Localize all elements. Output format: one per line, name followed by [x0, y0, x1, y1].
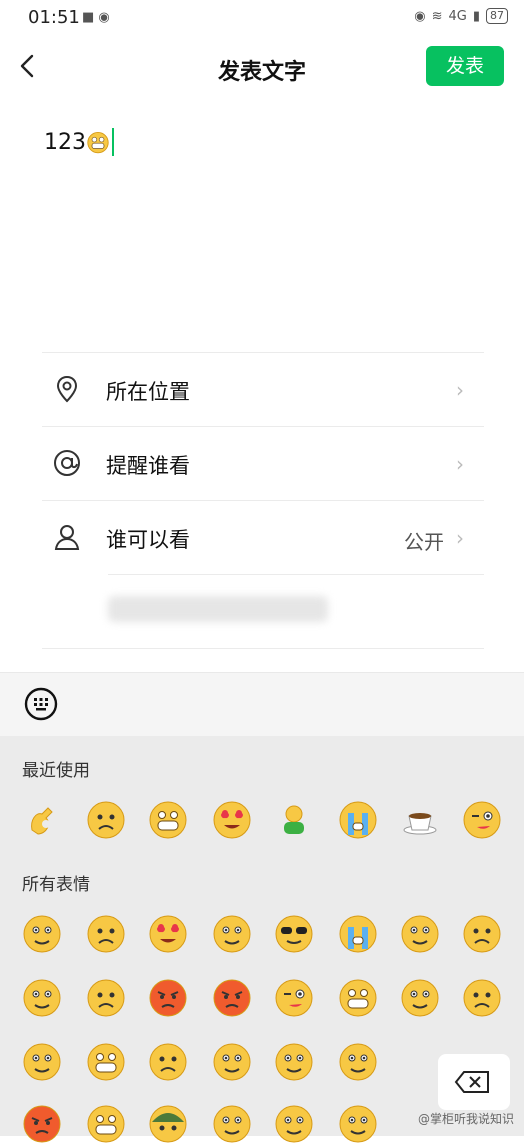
- ok-emoji-icon[interactable]: [22, 800, 62, 840]
- cry-emoji-icon[interactable]: [338, 914, 378, 954]
- smile-emoji-icon[interactable]: [22, 1042, 62, 1082]
- recent-section-title: 最近使用: [22, 761, 90, 781]
- signal-icon: ▮: [472, 8, 480, 24]
- helmet-emoji-icon[interactable]: [148, 1104, 188, 1144]
- divider: [42, 426, 484, 427]
- status-right: ◉ ≋ 4G ▮ 87: [414, 8, 508, 24]
- status-bar: 01:51 ■ ◉ ◉ ≋ 4G ▮ 87: [0, 0, 524, 34]
- hearts-emoji-icon[interactable]: [148, 914, 188, 954]
- battery-indicator: 87: [486, 8, 508, 24]
- coffee-emoji-icon[interactable]: [400, 800, 440, 840]
- divider: [42, 500, 484, 501]
- smile-emoji-icon[interactable]: [212, 1042, 252, 1082]
- location-label: 所在位置: [106, 380, 190, 404]
- keyboard-toolbar: [0, 672, 524, 737]
- remind-row[interactable]: 提醒谁看 ›: [42, 428, 484, 500]
- sad-emoji-icon[interactable]: [148, 1042, 188, 1082]
- text-cursor: [112, 128, 114, 156]
- compose-input[interactable]: 123: [44, 128, 114, 156]
- wifi-icon: ≋: [431, 8, 443, 24]
- smile-emoji-icon[interactable]: [274, 1104, 314, 1144]
- divider: [42, 352, 484, 353]
- divider: [42, 648, 484, 649]
- cry-emoji-icon[interactable]: [338, 800, 378, 840]
- keyboard-icon[interactable]: [24, 687, 58, 721]
- visibility-value: 公开: [404, 530, 444, 554]
- chevron-right-icon: ›: [456, 526, 464, 550]
- divider: [108, 574, 484, 575]
- smile-emoji-icon[interactable]: [22, 914, 62, 954]
- person-icon: [54, 525, 80, 550]
- notification-icons: ■ ◉: [82, 10, 110, 25]
- wink-emoji-icon[interactable]: [274, 978, 314, 1018]
- visibility-label: 谁可以看: [106, 528, 190, 552]
- grin-emoji-icon[interactable]: [338, 978, 378, 1018]
- angry-emoji-icon[interactable]: [212, 978, 252, 1018]
- chevron-right-icon: ›: [456, 378, 464, 402]
- status-time: 01:51: [28, 7, 80, 28]
- delete-button[interactable]: [438, 1054, 510, 1110]
- angry-emoji-icon[interactable]: [148, 978, 188, 1018]
- sad-emoji-icon[interactable]: [462, 978, 502, 1018]
- grin-emoji-icon[interactable]: [86, 1104, 126, 1144]
- smile-emoji-icon[interactable]: [274, 1042, 314, 1082]
- eye-icon: ◉: [414, 8, 426, 24]
- chevron-right-icon: ›: [456, 452, 464, 476]
- wink-emoji-icon[interactable]: [462, 800, 502, 840]
- grin-emoji-icon[interactable]: [148, 800, 188, 840]
- nav-bar: 发表文字 发表: [0, 40, 524, 96]
- smile-emoji-icon[interactable]: [338, 1042, 378, 1082]
- backspace-icon: [454, 1071, 489, 1093]
- sad-emoji-icon[interactable]: [86, 800, 126, 840]
- visibility-row[interactable]: 谁可以看 公开 ›: [42, 502, 484, 574]
- hearts-emoji-icon[interactable]: [212, 800, 252, 840]
- publish-button[interactable]: 发表: [426, 46, 504, 86]
- angry-emoji-icon[interactable]: [22, 1104, 62, 1144]
- watermark: @掌柜听我说知识: [417, 1112, 514, 1126]
- compose-text: 123: [44, 129, 86, 155]
- network-label: 4G: [448, 8, 467, 24]
- smile-emoji-icon[interactable]: [400, 978, 440, 1018]
- at-sign-icon: [54, 450, 80, 476]
- sad-emoji-icon[interactable]: [462, 914, 502, 954]
- smile-emoji-icon[interactable]: [212, 1104, 252, 1144]
- location-row[interactable]: 所在位置 ›: [42, 354, 484, 426]
- grin-emoji-icon: [87, 131, 109, 154]
- remind-label: 提醒谁看: [106, 454, 190, 478]
- grin-emoji-icon[interactable]: [86, 1042, 126, 1082]
- smile-emoji-icon[interactable]: [22, 978, 62, 1018]
- sad-emoji-icon[interactable]: [86, 978, 126, 1018]
- smile-emoji-icon[interactable]: [338, 1104, 378, 1144]
- doll-emoji-icon[interactable]: [274, 800, 314, 840]
- smile-emoji-icon[interactable]: [212, 914, 252, 954]
- blurred-content: [108, 596, 328, 622]
- cool-emoji-icon[interactable]: [274, 914, 314, 954]
- sad-emoji-icon[interactable]: [86, 914, 126, 954]
- location-pin-icon: [56, 375, 78, 403]
- smile-emoji-icon[interactable]: [400, 914, 440, 954]
- all-section-title: 所有表情: [22, 875, 90, 895]
